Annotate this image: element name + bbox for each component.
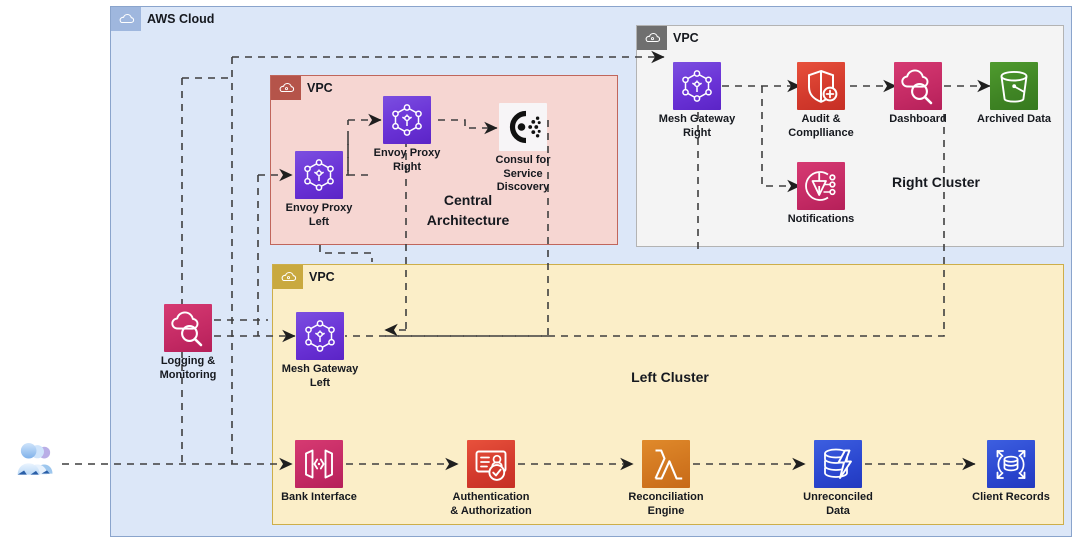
label-line1: Envoy Proxy <box>373 147 441 159</box>
label-line1: Envoy Proxy <box>285 202 353 214</box>
cloudwatch-icon <box>894 62 942 110</box>
node-audit-compliance-label: Audit & Complliance <box>766 113 876 140</box>
node-mesh-gateway-right-label: Mesh Gateway Right <box>642 113 752 140</box>
aws-cloud-icon <box>111 7 141 31</box>
vpc-cloud-icon <box>637 26 667 50</box>
label-line2: Right <box>682 126 712 139</box>
node-bank-interface-label: Bank Interface <box>281 491 357 503</box>
node-reconciliation-engine[interactable]: Reconciliation Engine <box>628 440 704 517</box>
label-line1: Reconciliation <box>628 491 704 503</box>
label-line2: Monitoring <box>159 368 217 381</box>
node-reconciliation-engine-label: Reconciliation Engine <box>611 491 721 518</box>
group-central-vpc-label: VPC <box>307 81 333 95</box>
node-mesh-gateway-left[interactable]: Mesh Gateway Left <box>282 312 358 389</box>
label-line2: Service <box>503 167 543 180</box>
label-line1: Mesh Gateway <box>281 363 359 375</box>
node-envoy-proxy-right[interactable]: Envoy Proxy Right <box>374 96 440 173</box>
service-mesh-icon <box>673 62 721 110</box>
label-line2: Engine <box>647 504 685 517</box>
service-mesh-icon <box>296 312 344 360</box>
vpc-cloud-icon <box>271 76 301 100</box>
node-consul-label: Consul for Service Discovery <box>468 154 578 195</box>
s3-bucket-icon <box>990 62 1038 110</box>
api-gateway-icon <box>295 440 343 488</box>
cloudwatch-icon <box>164 304 212 352</box>
label-line1: Unreconciled <box>803 491 873 503</box>
node-envoy-proxy-right-label: Envoy Proxy Right <box>352 147 462 174</box>
group-left-vpc-label: VPC <box>309 270 335 284</box>
label-line1: Consul for <box>495 154 551 166</box>
node-auth-label: Authentication & Authorization <box>436 491 546 518</box>
service-mesh-icon <box>383 96 431 144</box>
node-envoy-proxy-left[interactable]: Envoy Proxy Left <box>286 151 352 228</box>
node-audit-compliance[interactable]: Audit & Complliance <box>788 62 854 139</box>
node-client-records[interactable]: Client Records <box>972 440 1050 503</box>
left-cluster-title: Left Cluster <box>631 369 709 385</box>
label-line1: Logging & <box>160 355 216 367</box>
node-notifications-label: Notifications <box>787 213 855 225</box>
label-line2: Right <box>392 160 422 173</box>
label-line2: Data <box>826 504 850 517</box>
node-logging-monitoring-label: Logging & Monitoring <box>133 355 243 382</box>
group-aws-cloud-label: AWS Cloud <box>147 12 215 26</box>
database-lightning-icon <box>814 440 862 488</box>
right-cluster-title: Right Cluster <box>892 174 980 190</box>
node-unreconciled-data-label: Unreconciled Data <box>783 491 893 518</box>
identity-verification-icon <box>467 440 515 488</box>
label-line1: Audit & <box>801 113 841 125</box>
dynamodb-icon <box>987 440 1035 488</box>
node-bank-interface[interactable]: Bank Interface <box>281 440 357 503</box>
shield-plus-icon <box>797 62 845 110</box>
node-archived-data-label: Archived Data <box>977 113 1051 125</box>
node-logging-monitoring[interactable]: Logging & Monitoring <box>160 304 216 381</box>
node-notifications[interactable]: Notifications <box>788 162 854 225</box>
node-mesh-gateway-right[interactable]: Mesh Gateway Right <box>659 62 735 139</box>
label-line2: Left <box>308 215 330 228</box>
node-dashboard[interactable]: Dashboard <box>889 62 947 125</box>
diagram-canvas: AWS Cloud VPC Central Architecture VPC R… <box>0 0 1080 545</box>
label-line3: Discovery <box>496 181 550 193</box>
users-icon <box>17 442 53 475</box>
central-title-line2: Architecture <box>426 212 510 228</box>
vpc-cloud-icon <box>273 265 303 289</box>
users-actor <box>14 437 58 481</box>
label-line1: Authentication <box>452 491 530 503</box>
node-mesh-gateway-left-label: Mesh Gateway Left <box>265 363 375 390</box>
node-envoy-proxy-left-label: Envoy Proxy Left <box>264 202 374 229</box>
node-archived-data[interactable]: Archived Data <box>977 62 1051 125</box>
label-line2: Left <box>309 376 331 389</box>
consul-icon <box>499 103 547 151</box>
node-dashboard-label: Dashboard <box>889 113 947 125</box>
label-line2: Complliance <box>788 126 854 139</box>
sns-notification-icon <box>797 162 845 210</box>
lambda-icon <box>642 440 690 488</box>
node-consul[interactable]: Consul for Service Discovery <box>496 103 551 193</box>
node-auth[interactable]: Authentication & Authorization <box>450 440 532 517</box>
central-architecture-title: Central Architecture <box>408 190 528 230</box>
group-right-vpc-label: VPC <box>673 31 699 45</box>
service-mesh-icon <box>295 151 343 199</box>
node-unreconciled-data[interactable]: Unreconciled Data <box>803 440 873 517</box>
node-client-records-label: Client Records <box>972 491 1050 503</box>
label-line2: & Authorization <box>450 504 532 517</box>
label-line1: Mesh Gateway <box>658 113 736 125</box>
